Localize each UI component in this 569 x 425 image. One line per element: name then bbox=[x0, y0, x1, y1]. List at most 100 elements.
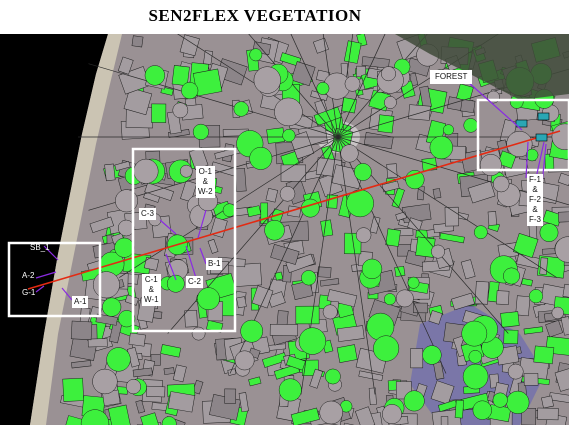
field-parcel bbox=[70, 320, 93, 341]
pivot-circle bbox=[381, 66, 396, 82]
pivot-circle bbox=[325, 368, 341, 385]
field-parcel bbox=[408, 104, 431, 121]
pivot-circle bbox=[274, 97, 303, 127]
pivot-circle bbox=[492, 175, 510, 193]
g1-label: G-1 bbox=[22, 288, 36, 297]
a1-label: A-1 bbox=[72, 296, 89, 308]
pivot-circle bbox=[344, 75, 361, 92]
field-parcel bbox=[151, 103, 167, 123]
pivot-circle bbox=[181, 82, 199, 100]
pivot-circle bbox=[192, 123, 209, 140]
pivot-circle bbox=[354, 163, 372, 181]
pivot-circle bbox=[473, 225, 488, 240]
field-parcel bbox=[537, 407, 559, 421]
field-parcel bbox=[224, 388, 237, 404]
field-parcel bbox=[131, 35, 144, 48]
field-parcel bbox=[146, 385, 166, 398]
pivot-circle bbox=[114, 237, 135, 258]
pivot-circle bbox=[405, 170, 425, 190]
field-parcel bbox=[317, 266, 332, 278]
pivot-circle bbox=[384, 96, 397, 109]
pivot-circle bbox=[144, 65, 166, 86]
pivot-circle bbox=[479, 154, 502, 176]
b1-label: B-1 bbox=[206, 258, 223, 270]
pivot-circle bbox=[468, 350, 483, 364]
pivot-circle bbox=[233, 101, 249, 117]
satellite-map: FOREST SB_1 A-2 G-1 A-1 C-3 O-1 & W-2 B-… bbox=[0, 34, 569, 425]
field-parcel bbox=[233, 262, 262, 287]
pivot-circle bbox=[503, 267, 520, 285]
field-parcel bbox=[234, 168, 247, 192]
pivot-circle bbox=[551, 306, 564, 320]
pivot-circle bbox=[197, 287, 220, 311]
a2-label: A-2 bbox=[22, 271, 35, 280]
pivot-circle bbox=[403, 390, 425, 412]
field-parcel bbox=[460, 99, 476, 114]
field-parcel bbox=[104, 163, 116, 182]
pivot-circle bbox=[249, 48, 263, 62]
field-parcel bbox=[523, 373, 539, 386]
map-title: SEN2FLEX VEGETATION bbox=[148, 6, 362, 25]
forest-site-marker bbox=[537, 112, 550, 121]
field-parcel bbox=[128, 332, 146, 347]
pivot-circle bbox=[528, 289, 544, 304]
field-parcel bbox=[236, 296, 247, 309]
pivot-circle bbox=[373, 335, 400, 362]
o1-w2-label: O-1 & W-2 bbox=[196, 166, 215, 198]
pivot-circle bbox=[179, 164, 193, 178]
field-parcel bbox=[377, 114, 395, 134]
pivot-circle bbox=[301, 270, 317, 286]
field-parcel bbox=[432, 188, 442, 199]
field-parcel bbox=[368, 387, 377, 406]
pivot-circle bbox=[461, 320, 488, 347]
pivot-circle bbox=[92, 271, 120, 299]
pivot-circle bbox=[264, 219, 285, 241]
field-parcel bbox=[440, 416, 449, 425]
field-parcel bbox=[410, 348, 424, 369]
field-parcel bbox=[385, 228, 401, 247]
pivot-circle bbox=[492, 392, 508, 408]
pivot-circle bbox=[133, 158, 159, 184]
field-parcel bbox=[336, 344, 358, 363]
c2-label: C-2 bbox=[186, 276, 203, 288]
c3-label: C-3 bbox=[139, 208, 156, 220]
field-parcel bbox=[487, 211, 497, 226]
pivot-circle bbox=[422, 345, 442, 365]
field-parcel bbox=[62, 377, 84, 402]
pivot-circle bbox=[407, 276, 420, 289]
pivot-circle bbox=[106, 347, 131, 372]
pivot-circle bbox=[282, 128, 296, 143]
field-parcel bbox=[341, 97, 357, 114]
field-parcel bbox=[474, 281, 490, 305]
pivot-circle bbox=[431, 244, 445, 259]
pivot-circle bbox=[125, 379, 142, 395]
pivot-circle bbox=[240, 319, 264, 343]
field-parcel bbox=[203, 50, 213, 65]
field-parcel bbox=[269, 323, 299, 337]
field-parcel bbox=[386, 163, 398, 179]
field-parcel bbox=[394, 265, 406, 277]
field-parcel bbox=[413, 302, 428, 314]
field-parcel bbox=[533, 345, 555, 365]
pivot-circle bbox=[249, 146, 273, 170]
pivot-circle bbox=[172, 102, 189, 119]
pivot-circle bbox=[383, 293, 396, 306]
pivot-circle bbox=[382, 404, 402, 425]
pivot-circle bbox=[316, 81, 330, 95]
pivot-circle bbox=[166, 274, 185, 293]
field-parcel bbox=[558, 210, 569, 223]
pivot-circle bbox=[361, 258, 383, 280]
forest-label: FOREST bbox=[430, 70, 473, 84]
pivot-circle bbox=[506, 390, 530, 414]
field-parcel bbox=[163, 367, 175, 375]
pivot-circle bbox=[92, 368, 118, 395]
field-parcel bbox=[503, 329, 519, 345]
pivot-circle bbox=[319, 400, 343, 425]
pivot-circle bbox=[322, 304, 338, 320]
forest-site-marker bbox=[535, 133, 548, 142]
pivot-circle bbox=[507, 363, 524, 380]
field-parcel bbox=[260, 202, 268, 224]
pivot-circle bbox=[115, 189, 138, 213]
pivot-circle bbox=[340, 144, 359, 163]
pivot-circle bbox=[462, 363, 489, 390]
